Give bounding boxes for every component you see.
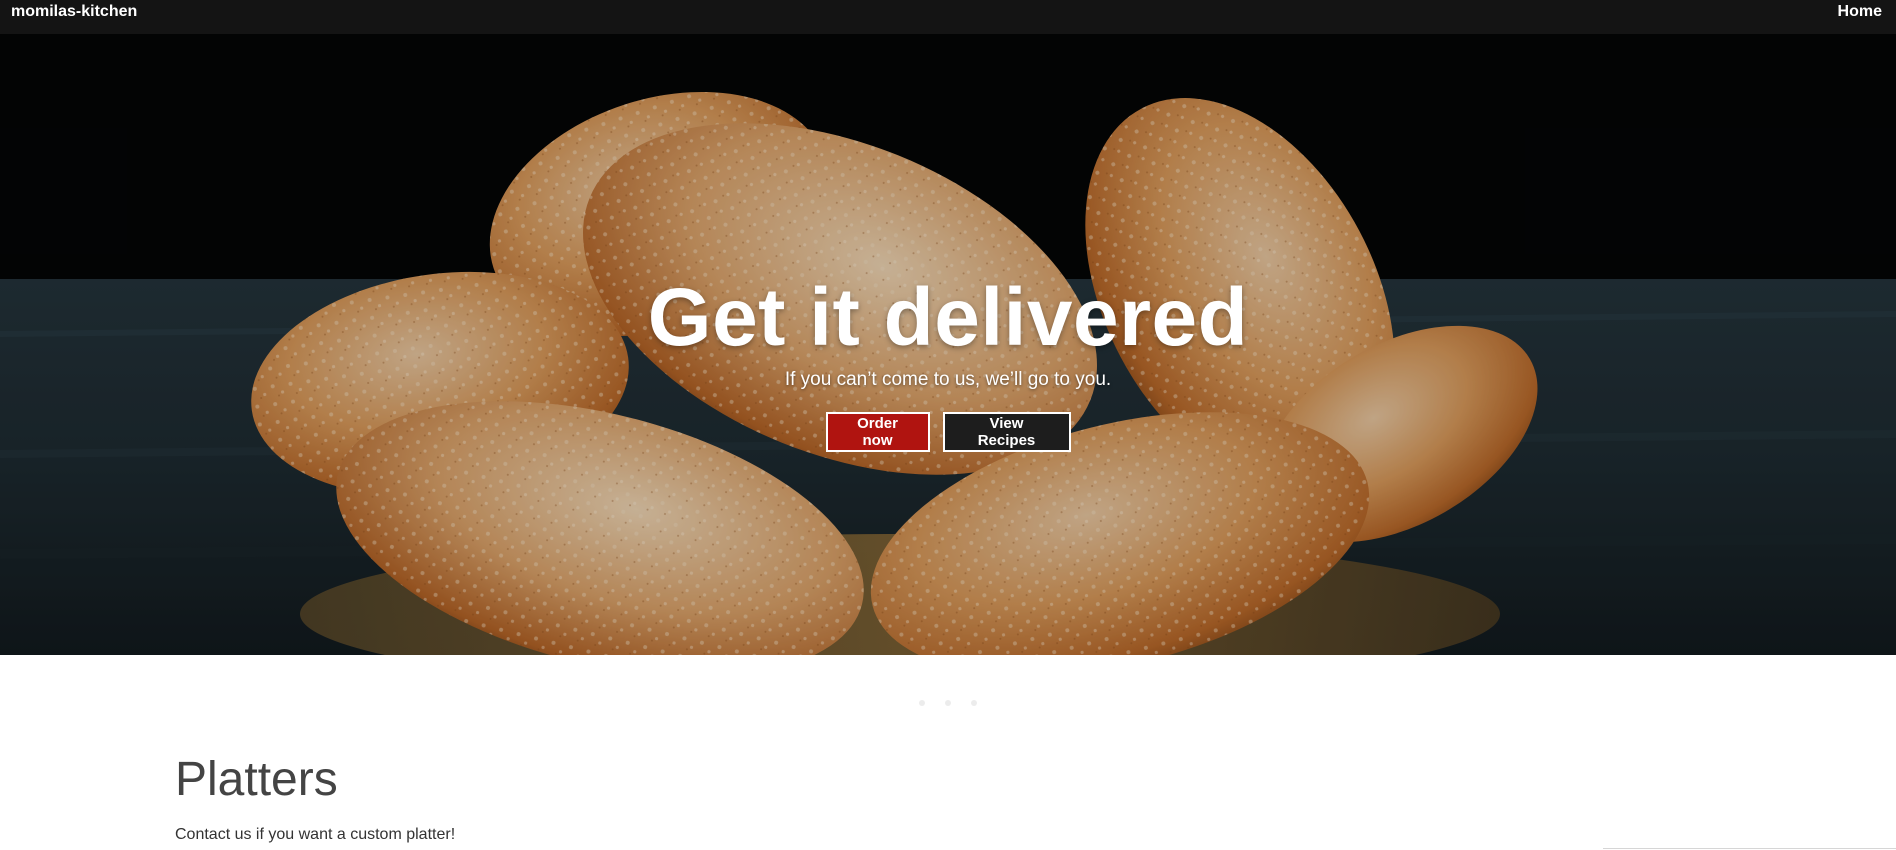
hero-carousel: Get it delivered If you can’t come to us…	[0, 34, 1896, 655]
nav-link-home[interactable]: Home	[1838, 3, 1882, 21]
platters-heading: Platters	[175, 753, 338, 806]
brand-link[interactable]: momilas-kitchen	[11, 3, 137, 21]
platters-description: Contact us if you want a custom platter!	[175, 826, 456, 843]
carousel-indicator-2[interactable]	[945, 700, 951, 706]
top-navbar: momilas-kitchen Home	[0, 0, 1896, 34]
hero-buttons: Order now View Recipes	[0, 412, 1896, 452]
carousel-indicator-1[interactable]	[919, 700, 925, 706]
carousel-indicators	[0, 700, 1896, 706]
view-recipes-button[interactable]: View Recipes	[942, 412, 1071, 452]
hero-subtitle: If you can’t come to us, we’ll go to you…	[784, 369, 1112, 390]
card-edge-divider	[1603, 848, 1896, 849]
order-now-button[interactable]: Order now	[825, 412, 930, 452]
hero-title: Get it delivered	[647, 271, 1249, 363]
carousel-indicator-3[interactable]	[971, 700, 977, 706]
